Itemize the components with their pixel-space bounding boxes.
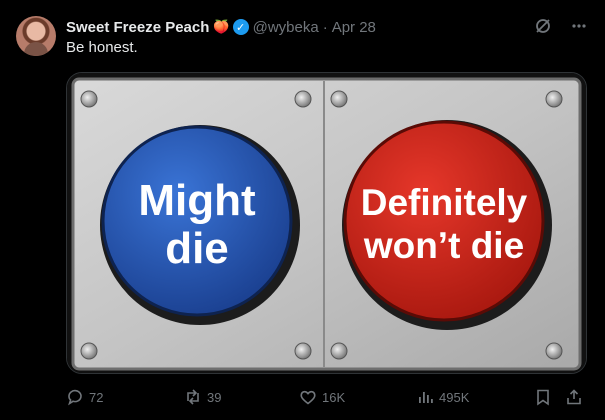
views-button[interactable]: 495K [416, 388, 469, 406]
tweet-text: Be honest. [66, 39, 138, 56]
more-icon[interactable] [569, 16, 589, 36]
separator: · [322, 18, 328, 36]
author-handle[interactable]: @wybeka [253, 19, 319, 36]
tweet-date[interactable]: Apr 28 [332, 19, 376, 36]
author-name[interactable]: Sweet Freeze Peach [66, 19, 209, 36]
right-button-text-line1: Definitely [361, 182, 528, 223]
left-button-text-line1: Might [138, 176, 256, 225]
avatar[interactable] [16, 16, 56, 56]
meme-image: Might die Definitely won’t die [67, 73, 586, 373]
right-button-text-line2: won’t die [363, 225, 524, 266]
like-button[interactable]: 16K [299, 388, 345, 406]
like-count: 16K [322, 389, 346, 405]
views-icon [416, 388, 434, 406]
header-actions [533, 16, 589, 36]
tweet-header: Sweet Freeze Peach 🍑 ✓ @wybeka · Apr 28 [66, 16, 589, 38]
bookmark-button[interactable] [534, 388, 552, 406]
action-bar: 72 39 16K 495K [66, 384, 585, 412]
repost-count: 39 [207, 389, 222, 405]
share-icon [565, 388, 583, 406]
reply-icon [66, 388, 84, 406]
like-icon [299, 388, 317, 406]
reply-count: 72 [89, 389, 104, 405]
verified-badge-icon: ✓ [232, 19, 249, 35]
views-count: 495K [439, 389, 470, 405]
reply-button[interactable]: 72 [66, 388, 103, 406]
left-button-text-line2: die [165, 224, 229, 273]
repost-icon [184, 388, 202, 406]
grok-icon[interactable] [533, 16, 553, 36]
share-button[interactable] [565, 388, 583, 406]
bookmark-icon [534, 388, 552, 406]
peach-emoji-icon: 🍑 [213, 19, 230, 34]
tweet-image[interactable]: Might die Definitely won’t die [66, 72, 587, 374]
repost-button[interactable]: 39 [184, 388, 221, 406]
